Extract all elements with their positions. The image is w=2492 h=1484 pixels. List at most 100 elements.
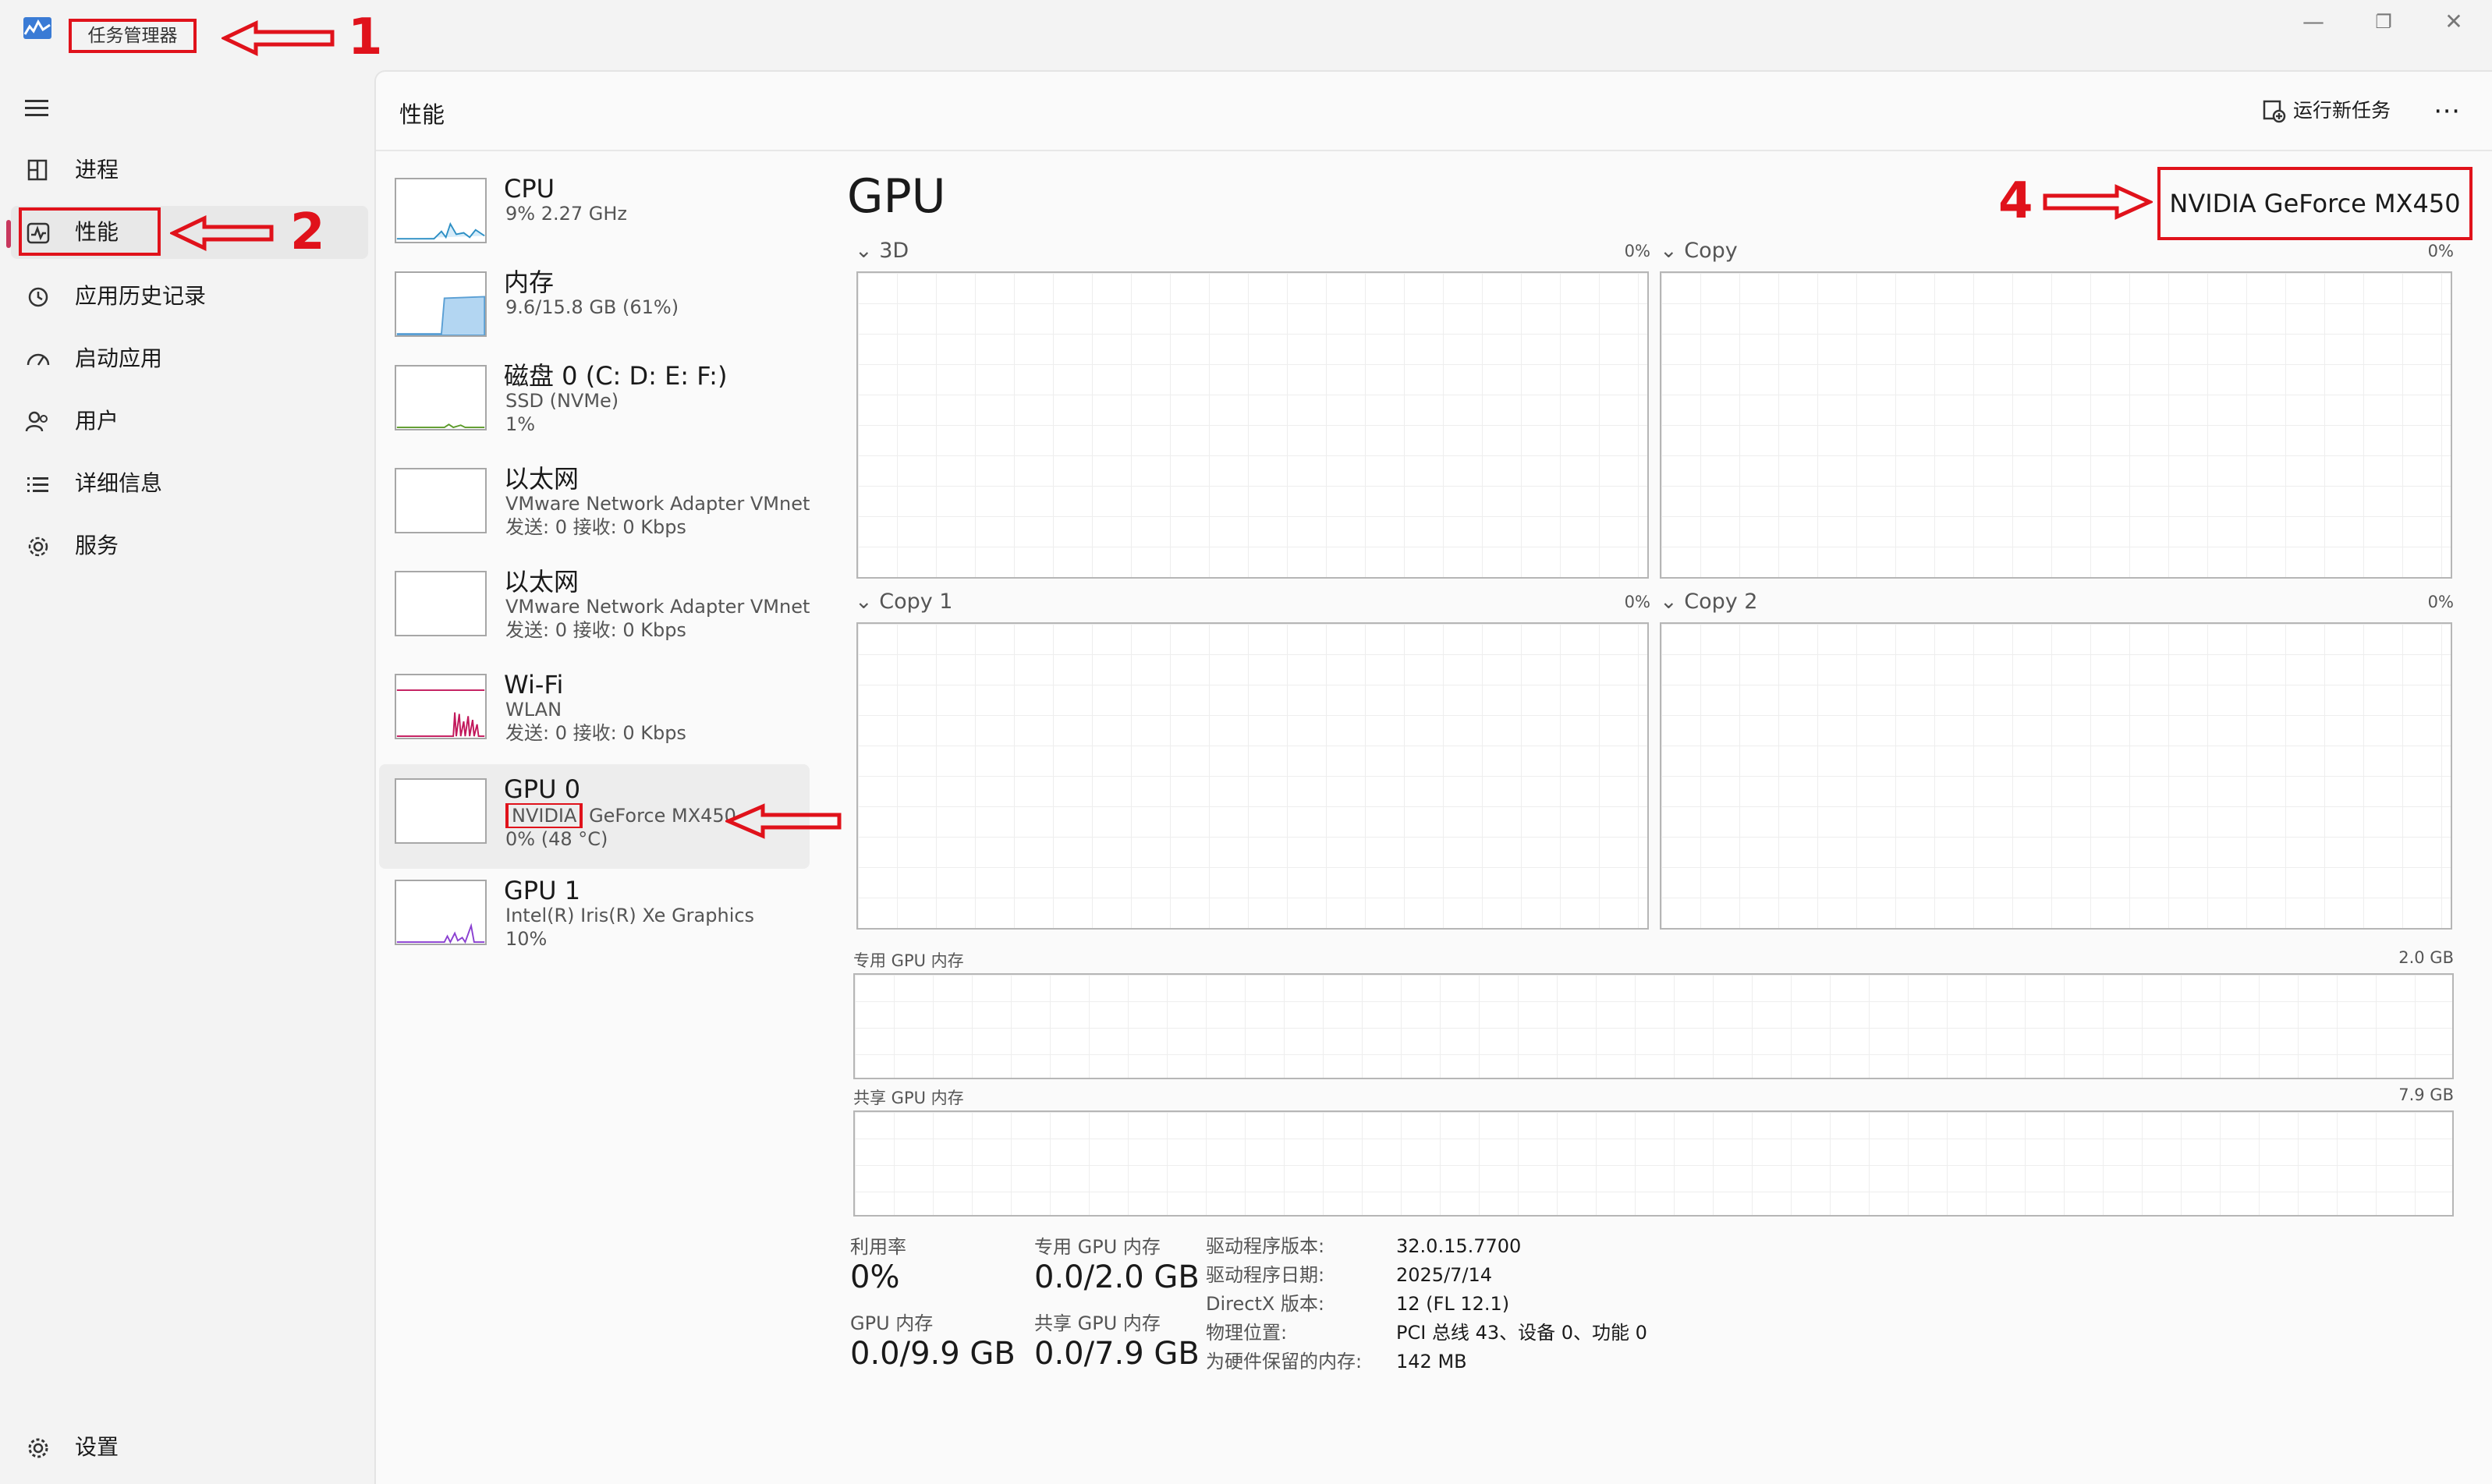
device-name: 磁盘 0 (C: D: E: F:) bbox=[504, 361, 728, 391]
engine-copy-label[interactable]: ⌄ Copy bbox=[1660, 237, 1738, 265]
device-card-ethernet-2[interactable]: 以太网 VMware Network Adapter VMnet 发送: 0 接… bbox=[379, 565, 810, 661]
chevron-down-icon: ⌄ bbox=[1660, 239, 1685, 263]
driver-version-value: 32.0.15.7700 bbox=[1396, 1235, 1522, 1257]
settings-label: 设置 bbox=[75, 1434, 119, 1460]
device-card-ethernet-1[interactable]: 以太网 VMware Network Adapter VMnet 发送: 0 接… bbox=[379, 462, 810, 558]
device-name: Wi-Fi bbox=[504, 670, 564, 699]
device-name: GPU 0 bbox=[504, 774, 581, 804]
sidebar-item-users[interactable]: 用户 bbox=[11, 395, 368, 448]
shared-mem-stat-label: 共享 GPU 内存 bbox=[1034, 1312, 1161, 1334]
annotation-arrow-2 bbox=[170, 215, 274, 251]
annotation-number-4: 4 bbox=[1998, 172, 2033, 230]
cpu-thumbnail bbox=[395, 178, 487, 243]
device-detail: Intel(R) Iris(R) Xe Graphics bbox=[505, 905, 755, 926]
engine-copy1-graph bbox=[856, 622, 1649, 930]
active-indicator bbox=[6, 220, 11, 248]
menu-icon[interactable] bbox=[22, 95, 53, 122]
annotation-box-3: NVIDIA bbox=[505, 803, 583, 828]
history-icon bbox=[28, 287, 48, 307]
device-card-gpu-1[interactable]: GPU 1 Intel(R) Iris(R) Xe Graphics 10% bbox=[379, 873, 810, 970]
gpu-mem-stat-label: GPU 内存 bbox=[850, 1312, 934, 1334]
engine-3d-graph bbox=[856, 271, 1649, 579]
dedicated-memory-graph bbox=[853, 973, 2454, 1079]
driver-version-key: 驱动程序版本: bbox=[1206, 1235, 1325, 1257]
engine-copy2-label[interactable]: ⌄ Copy 2 bbox=[1660, 588, 1757, 616]
details-icon bbox=[27, 477, 48, 492]
minimize-button[interactable]: — bbox=[2285, 6, 2341, 37]
device-name: 以太网 bbox=[504, 464, 580, 494]
gpu1-thumbnail bbox=[395, 880, 487, 945]
app-title: 任务管理器 bbox=[69, 19, 197, 53]
chevron-down-icon: ⌄ bbox=[855, 590, 880, 614]
chevron-down-icon: ⌄ bbox=[1660, 590, 1685, 614]
sidebar-item-processes[interactable]: 进程 bbox=[11, 143, 368, 197]
device-detail: 9.6/15.8 GB (61%) bbox=[505, 296, 679, 318]
sidebar-item-startup[interactable]: 启动应用 bbox=[11, 332, 368, 385]
more-options-button[interactable]: ⋯ bbox=[2434, 94, 2462, 128]
sidebar-item-settings[interactable]: 设置 bbox=[11, 1421, 368, 1474]
device-detail: 发送: 0 接收: 0 Kbps bbox=[505, 619, 686, 641]
device-card-cpu[interactable]: CPU 9% 2.27 GHz bbox=[379, 172, 810, 268]
device-card-wifi[interactable]: Wi-Fi WLAN 发送: 0 接收: 0 Kbps bbox=[379, 668, 810, 764]
driver-date-value: 2025/7/14 bbox=[1396, 1264, 1493, 1286]
annotation-arrow-3 bbox=[725, 803, 842, 839]
gpu0-thumbnail bbox=[395, 778, 487, 844]
sidebar-item-label: 详细信息 bbox=[75, 470, 163, 496]
ethernet-thumbnail bbox=[395, 571, 487, 636]
device-name: GPU 1 bbox=[504, 876, 581, 905]
device-detail: SSD (NVMe) bbox=[505, 390, 619, 412]
device-detail: 发送: 0 接收: 0 Kbps bbox=[505, 722, 686, 744]
reserved-memory-key: 为硬件保留的内存: bbox=[1206, 1351, 1363, 1372]
sidebar-item-label: 服务 bbox=[75, 533, 119, 558]
device-name: 以太网 bbox=[504, 567, 580, 597]
annotation-number-1: 1 bbox=[348, 9, 383, 66]
device-detail: VMware Network Adapter VMnet bbox=[505, 596, 810, 618]
device-name: CPU bbox=[504, 174, 555, 204]
engine-copy1-label[interactable]: ⌄ Copy 1 bbox=[855, 588, 952, 616]
sidebar-item-label: 进程 bbox=[75, 157, 119, 182]
driver-date-key: 驱动程序日期: bbox=[1206, 1264, 1325, 1286]
dedicated-mem-stat-value: 0.0/2.0 GB bbox=[1034, 1259, 1200, 1295]
dedicated-memory-max: 2.0 GB bbox=[2398, 948, 2454, 967]
sidebar-item-label: 用户 bbox=[75, 408, 119, 434]
device-detail: 发送: 0 接收: 0 Kbps bbox=[505, 516, 686, 538]
performance-icon bbox=[27, 222, 50, 244]
maximize-button[interactable]: ❐ bbox=[2356, 6, 2412, 37]
close-button[interactable]: ✕ bbox=[2426, 6, 2482, 37]
services-icon bbox=[28, 537, 48, 557]
sidebar-item-services[interactable]: 服务 bbox=[11, 519, 368, 572]
run-new-task-button[interactable]: 运行新任务 bbox=[2262, 94, 2391, 128]
utilization-label: 利用率 bbox=[850, 1236, 906, 1258]
chevron-down-icon: ⌄ bbox=[855, 239, 880, 263]
engine-copy2-percent: 0% bbox=[2427, 593, 2454, 611]
task-manager-icon bbox=[23, 17, 51, 39]
sidebar-item-label: 性能 bbox=[75, 219, 119, 245]
device-detail: VMware Network Adapter VMnet bbox=[505, 493, 810, 515]
device-name: 内存 bbox=[504, 267, 555, 297]
sidebar-item-details[interactable]: 详细信息 bbox=[11, 457, 368, 510]
engine-3d-label[interactable]: ⌄ 3D bbox=[855, 237, 909, 265]
disk-thumbnail bbox=[395, 365, 487, 430]
reserved-memory-value: 142 MB bbox=[1396, 1351, 1467, 1372]
annotation-arrow-1 bbox=[222, 20, 335, 56]
header-divider bbox=[376, 150, 2492, 151]
utilization-value: 0% bbox=[850, 1259, 900, 1295]
engine-copy-percent: 0% bbox=[2427, 242, 2454, 260]
dedicated-memory-label: 专用 GPU 内存 bbox=[853, 951, 964, 970]
memory-thumbnail bbox=[395, 271, 487, 337]
device-card-memory[interactable]: 内存 9.6/15.8 GB (61%) bbox=[379, 265, 810, 362]
page-title: 性能 bbox=[399, 101, 445, 128]
sidebar-item-app-history[interactable]: 应用历史记录 bbox=[11, 270, 368, 323]
new-task-icon bbox=[2263, 100, 2286, 123]
shared-memory-graph bbox=[853, 1110, 2454, 1217]
annotation-number-2: 2 bbox=[290, 204, 325, 261]
run-new-task-label: 运行新任务 bbox=[2293, 99, 2391, 122]
shared-memory-max: 7.9 GB bbox=[2398, 1086, 2454, 1104]
sidebar-item-label: 应用历史记录 bbox=[75, 283, 207, 309]
device-card-disk[interactable]: 磁盘 0 (C: D: E: F:) SSD (NVMe) 1% bbox=[379, 359, 810, 455]
physical-location-value: PCI 总线 43、设备 0、功能 0 bbox=[1396, 1322, 1647, 1344]
processes-icon bbox=[27, 159, 48, 181]
shared-memory-label: 共享 GPU 内存 bbox=[853, 1089, 964, 1107]
gpu-model-name: NVIDIA GeForce MX450 bbox=[2157, 167, 2473, 240]
dedicated-mem-stat-label: 专用 GPU 内存 bbox=[1034, 1236, 1161, 1258]
